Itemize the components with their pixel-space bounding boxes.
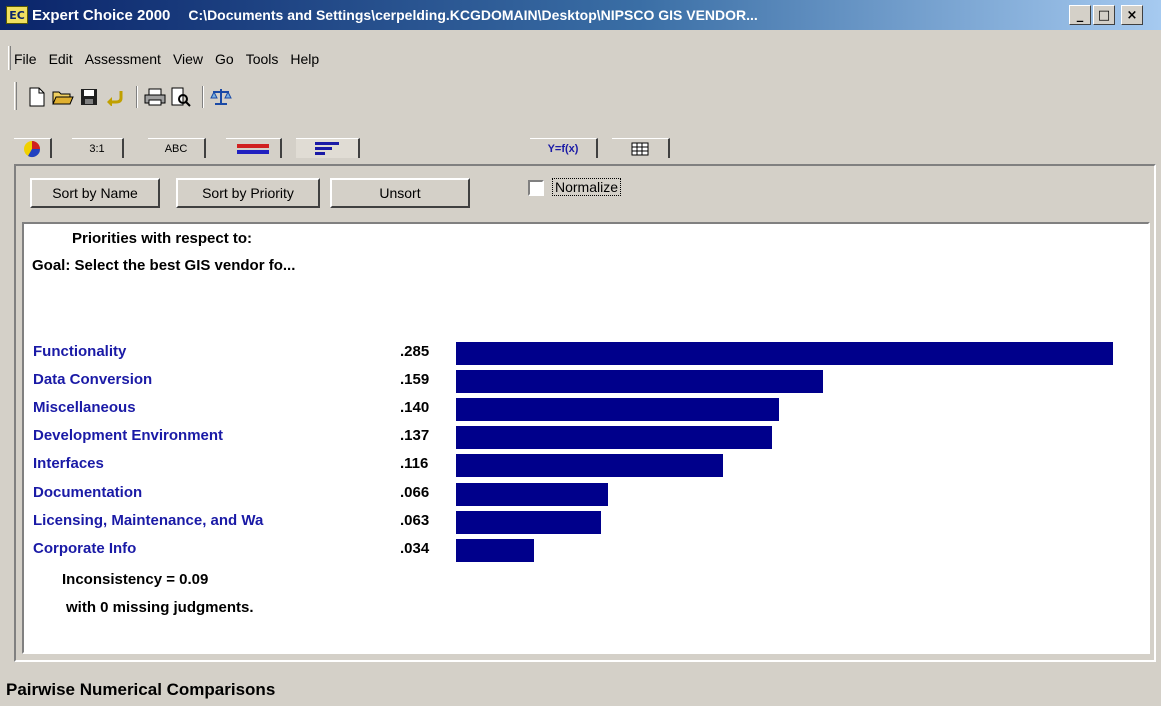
title-bar[interactable]: EC Expert Choice 2000 C:\Documents and S… <box>0 0 1161 30</box>
criterion-priority-value: .285 <box>400 343 430 360</box>
menubar-grip[interactable] <box>8 46 11 70</box>
toolbar-grip[interactable] <box>14 82 17 110</box>
priority-bar <box>456 483 608 506</box>
tab-grid[interactable] <box>612 138 670 158</box>
window-title-app: Expert Choice 2000 <box>32 6 171 24</box>
new-file-button[interactable] <box>26 86 48 108</box>
minimize-button[interactable]: _ <box>1069 5 1091 25</box>
tab-verbal-label: ABC <box>164 142 188 155</box>
criterion-name[interactable]: Development Environment <box>33 427 223 444</box>
criterion-name[interactable]: Functionality <box>33 343 126 360</box>
undo-button[interactable] <box>104 86 126 108</box>
priorities-heading: Priorities with respect to: <box>72 230 253 247</box>
status-bar: Pairwise Numerical Comparisons <box>6 680 276 699</box>
priority-bar <box>456 511 601 534</box>
priority-bar <box>456 370 823 393</box>
toolbar <box>26 84 236 110</box>
grid-table-icon <box>631 142 649 155</box>
priority-bar <box>456 426 772 449</box>
criterion-name[interactable]: Documentation <box>33 484 142 501</box>
print-preview-icon <box>171 87 191 107</box>
criterion-priority-value: .066 <box>400 484 430 501</box>
menu-go[interactable]: Go <box>215 51 234 67</box>
balance-button[interactable] <box>210 86 232 108</box>
criterion-name[interactable]: Miscellaneous <box>33 399 136 416</box>
balance-scale-icon <box>210 89 232 105</box>
priority-bar <box>456 539 534 562</box>
priority-bar <box>456 454 723 477</box>
menu-file[interactable]: File <box>14 51 37 67</box>
tab-formula[interactable]: Y=f(x) <box>530 138 598 158</box>
app-icon-label: EC <box>9 8 25 22</box>
tab-verbal-comparison[interactable]: ABC <box>148 138 206 158</box>
unsort-button[interactable]: Unsort <box>330 178 470 208</box>
close-button[interactable]: × <box>1121 5 1143 25</box>
toolbar-separator <box>202 86 204 108</box>
tab-model[interactable] <box>14 138 52 158</box>
sort-by-priority-button[interactable]: Sort by Priority <box>176 178 320 208</box>
normalize-checkbox[interactable] <box>528 180 544 196</box>
priority-bars-icon <box>315 141 339 155</box>
menu-bar: File Edit Assessment View Go Tools Help <box>14 48 331 70</box>
criterion-name[interactable]: Licensing, Maintenance, and Wa <box>33 512 263 529</box>
goal-label: Goal: Select the best GIS vendor fo... <box>32 257 296 274</box>
menu-edit[interactable]: Edit <box>49 51 73 67</box>
toolbar-separator <box>136 86 138 108</box>
maximize-button[interactable]: □ <box>1093 5 1115 25</box>
criterion-priority-value: .063 <box>400 512 430 529</box>
print-button[interactable] <box>144 86 166 108</box>
print-preview-button[interactable] <box>170 86 192 108</box>
menu-help[interactable]: Help <box>290 51 319 67</box>
minimize-icon: _ <box>1076 7 1084 23</box>
tab-priorities-active[interactable] <box>296 138 360 158</box>
criterion-priority-value: .140 <box>400 399 430 416</box>
criterion-priority-value: .137 <box>400 427 430 444</box>
tab-formula-label: Y=f(x) <box>547 142 579 155</box>
new-file-icon <box>29 87 45 107</box>
close-icon: × <box>1126 7 1138 23</box>
missing-judgments: with 0 missing judgments. <box>66 599 254 616</box>
open-folder-icon <box>52 91 74 105</box>
open-button[interactable] <box>52 86 74 108</box>
save-button[interactable] <box>78 86 100 108</box>
menu-tools[interactable]: Tools <box>246 51 279 67</box>
maximize-icon: □ <box>1097 7 1111 23</box>
inconsistency-ratio: Inconsistency = 0.09 <box>62 571 209 588</box>
criterion-priority-value: .116 <box>400 455 429 472</box>
criterion-name[interactable]: Data Conversion <box>33 371 152 388</box>
sort-by-name-button[interactable]: Sort by Name <box>30 178 160 208</box>
undo-arrow-icon <box>107 91 123 106</box>
graphical-bars-icon <box>237 143 269 154</box>
tab-graphical-comparison[interactable] <box>226 138 282 158</box>
criterion-name[interactable]: Corporate Info <box>33 540 136 557</box>
pie-chart-icon <box>24 140 41 157</box>
menu-view[interactable]: View <box>173 51 203 67</box>
normalize-label[interactable]: Normalize <box>552 178 622 196</box>
save-disk-icon <box>81 89 97 105</box>
app-icon[interactable]: EC <box>6 6 28 24</box>
window-title-path: C:\Documents and Settings\cerpelding.KCG… <box>188 7 758 23</box>
criterion-priority-value: .034 <box>400 540 430 557</box>
tab-ratio-label: 3:1 <box>89 142 105 155</box>
priority-bar <box>456 398 779 421</box>
criterion-priority-value: .159 <box>400 371 430 388</box>
priority-bar <box>456 342 1113 365</box>
menu-assessment[interactable]: Assessment <box>85 51 161 67</box>
printer-icon <box>144 88 166 106</box>
criterion-name[interactable]: Interfaces <box>33 455 104 472</box>
tab-numerical-comparison[interactable]: 3:1 <box>72 138 124 158</box>
